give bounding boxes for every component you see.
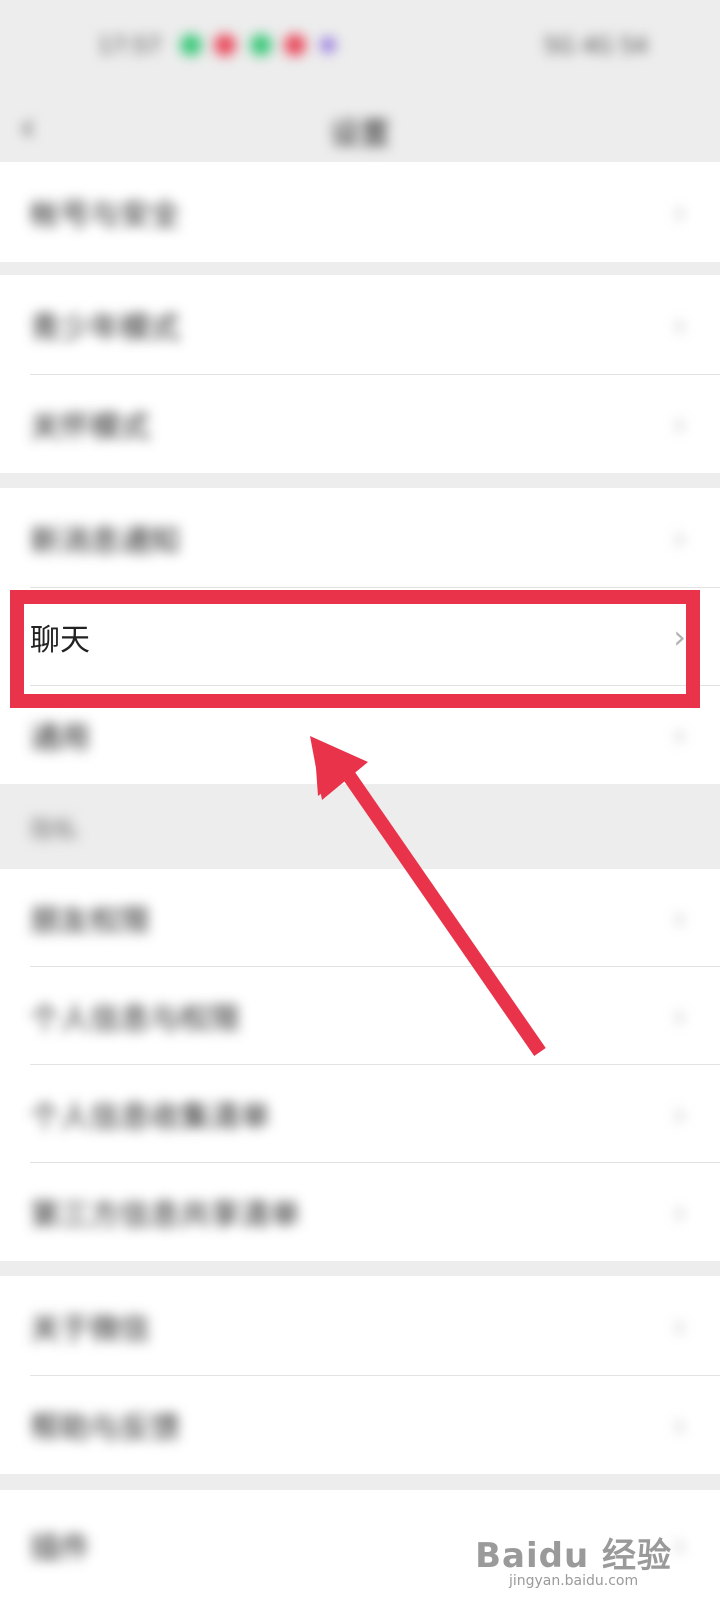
annotation-arrow: [310, 736, 546, 1056]
watermark-main: Baidu 经验: [475, 1536, 672, 1576]
baidu-watermark: Baidu 经验 jingyan.baidu.com: [475, 1528, 672, 1589]
